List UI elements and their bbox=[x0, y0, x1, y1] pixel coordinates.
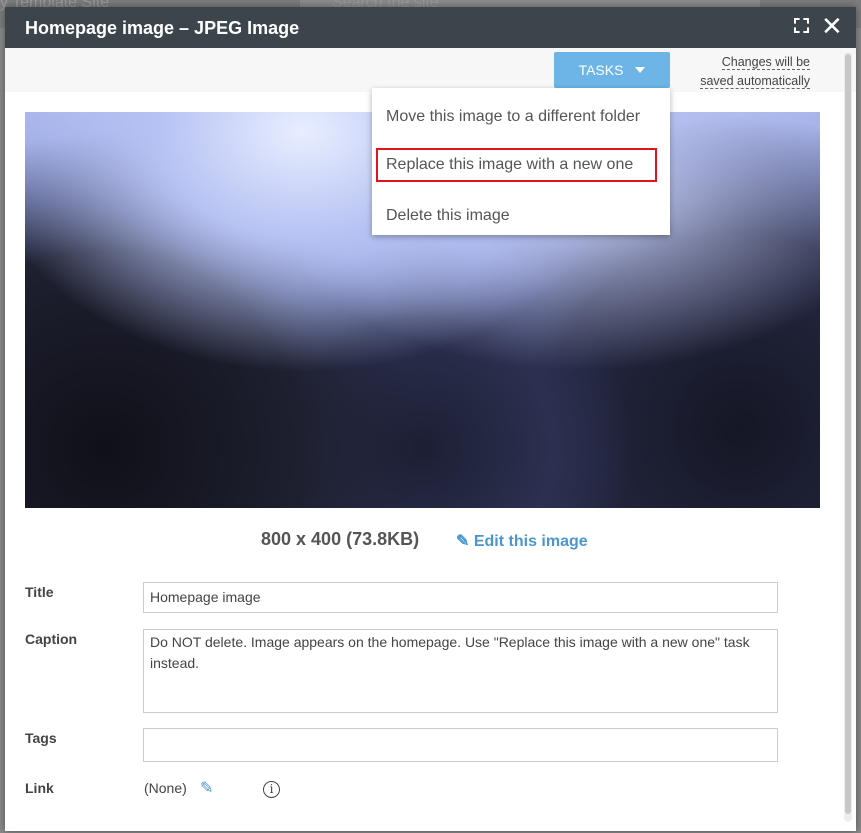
expand-icon[interactable] bbox=[794, 18, 809, 33]
pencil-icon: ✎ bbox=[456, 533, 470, 550]
caption-label: Caption bbox=[25, 631, 78, 647]
tasks-button[interactable]: TASKS bbox=[554, 52, 670, 88]
image-dialog: Homepage image – JPEG Image ✕ TASKS Chan… bbox=[5, 7, 856, 831]
dialog-title: Homepage image – JPEG Image bbox=[25, 18, 300, 38]
close-icon[interactable]: ✕ bbox=[821, 12, 843, 40]
info-icon[interactable]: i bbox=[263, 781, 280, 798]
dialog-header: Homepage image – JPEG Image ✕ bbox=[5, 7, 856, 48]
link-value: (None) bbox=[144, 780, 187, 796]
title-input[interactable]: Homepage image bbox=[143, 582, 778, 613]
autosave-line1: Changes will be bbox=[721, 55, 810, 70]
tags-input[interactable] bbox=[143, 728, 778, 762]
link-label: Link bbox=[25, 780, 54, 796]
menu-item-delete[interactable]: Delete this image bbox=[386, 207, 510, 225]
menu-item-move[interactable]: Move this image to a different folder bbox=[386, 108, 640, 126]
caption-textarea[interactable]: Do NOT delete. Image appears on the home… bbox=[143, 629, 778, 713]
dialog-toolbar: TASKS Changes will be saved automatically bbox=[5, 48, 856, 92]
tasks-label: TASKS bbox=[578, 62, 624, 78]
dialog-scrollbar[interactable] bbox=[844, 52, 852, 822]
autosave-line2: saved automatically bbox=[700, 74, 810, 89]
autosave-note: Changes will be saved automatically bbox=[695, 53, 810, 91]
edit-link-pencil-icon[interactable]: ✎ bbox=[200, 778, 213, 798]
image-dimensions: 800 x 400 (73.8KB) bbox=[261, 529, 420, 549]
edit-image-label: Edit this image bbox=[473, 533, 588, 550]
edit-image-link[interactable]: ✎ Edit this image bbox=[456, 531, 588, 551]
menu-item-replace[interactable]: Replace this image with a new one bbox=[376, 148, 657, 182]
tags-label: Tags bbox=[25, 730, 57, 746]
caret-down-icon bbox=[635, 67, 646, 73]
title-label: Title bbox=[25, 584, 54, 600]
tasks-menu: Move this image to a different folder Re… bbox=[372, 88, 670, 235]
